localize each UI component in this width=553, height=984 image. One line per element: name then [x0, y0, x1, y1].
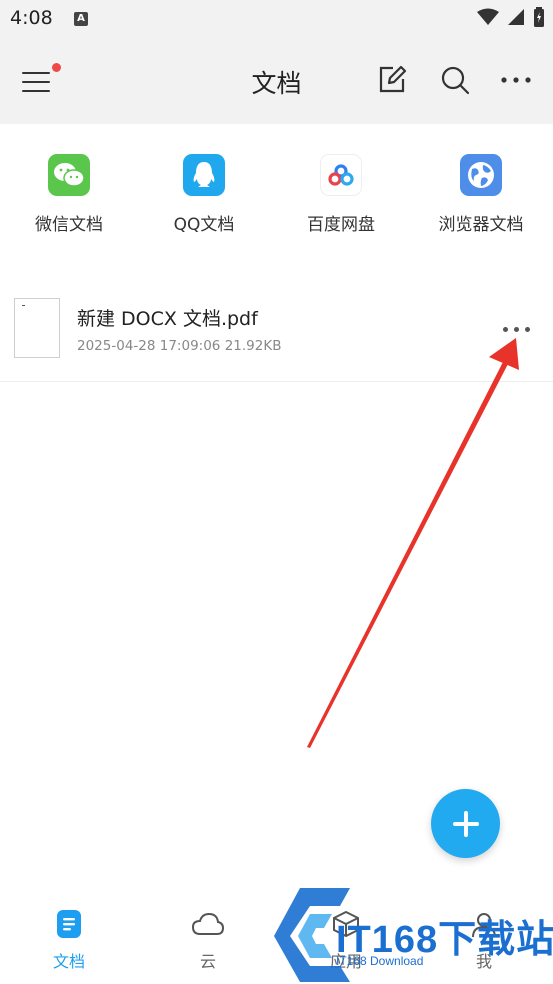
nav-label: 云 — [199, 952, 216, 971]
file-meta: 2025-04-28 17:09:06 21.92KB — [77, 338, 281, 354]
profile-icon — [472, 913, 496, 938]
nav-documents[interactable]: 文档 — [0, 908, 138, 972]
status-bar: 4:08 A — [0, 0, 553, 40]
nav-apps[interactable]: 应用 — [277, 908, 415, 972]
battery-icon — [534, 7, 544, 27]
add-document-button[interactable] — [431, 789, 500, 858]
nav-label: 应用 — [329, 952, 362, 971]
browser-icon — [460, 154, 502, 196]
source-label: QQ文档 — [173, 215, 235, 235]
file-list-item[interactable]: 新建 DOCX 文档.pdf 2025-04-28 17:09:06 21.92… — [0, 282, 553, 382]
apps-icon — [333, 910, 359, 938]
document-icon — [57, 910, 81, 938]
edit-button[interactable] — [374, 62, 410, 98]
qq-icon — [183, 154, 225, 196]
plus-icon — [452, 810, 479, 837]
file-more-button[interactable] — [494, 314, 538, 344]
edit-icon — [379, 65, 407, 93]
search-button[interactable] — [437, 62, 473, 98]
bottom-navigation: 文档 云 应用 我 — [0, 894, 553, 984]
source-baidu-netdisk[interactable]: 百度网盘 — [272, 154, 410, 235]
file-thumbnail — [14, 298, 60, 358]
document-sources: 微信文档 QQ文档 百度网盘 浏览器文档 — [0, 124, 553, 254]
source-browser-docs[interactable]: 浏览器文档 — [412, 154, 550, 235]
nav-label: 文档 — [52, 952, 85, 971]
wechat-icon — [48, 154, 90, 196]
nav-profile[interactable]: 我 — [415, 908, 553, 972]
signal-icon — [508, 9, 524, 25]
menu-button[interactable] — [20, 63, 61, 100]
source-label: 百度网盘 — [307, 215, 375, 235]
source-label: 浏览器文档 — [438, 215, 524, 235]
file-size: 21.92KB — [224, 338, 282, 354]
top-app-bar: 文档 — [0, 40, 553, 124]
wifi-icon — [477, 8, 499, 25]
status-time: 4:08 — [10, 7, 53, 29]
file-date: 2025-04-28 17:09:06 — [77, 338, 221, 354]
more-options-button[interactable] — [498, 62, 534, 98]
source-wechat-docs[interactable]: 微信文档 — [0, 154, 138, 235]
baidu-netdisk-icon — [320, 154, 362, 196]
notification-badge: A — [74, 12, 88, 26]
nav-cloud[interactable]: 云 — [139, 908, 277, 972]
source-label: 微信文档 — [35, 215, 103, 235]
source-qq-docs[interactable]: QQ文档 — [135, 154, 273, 235]
status-icons — [477, 7, 545, 27]
nav-label: 我 — [475, 952, 492, 971]
file-name: 新建 DOCX 文档.pdf — [77, 308, 258, 330]
cloud-icon — [191, 912, 225, 935]
more-icon — [501, 77, 531, 83]
search-icon — [441, 66, 470, 95]
menu-badge-dot — [52, 63, 61, 72]
